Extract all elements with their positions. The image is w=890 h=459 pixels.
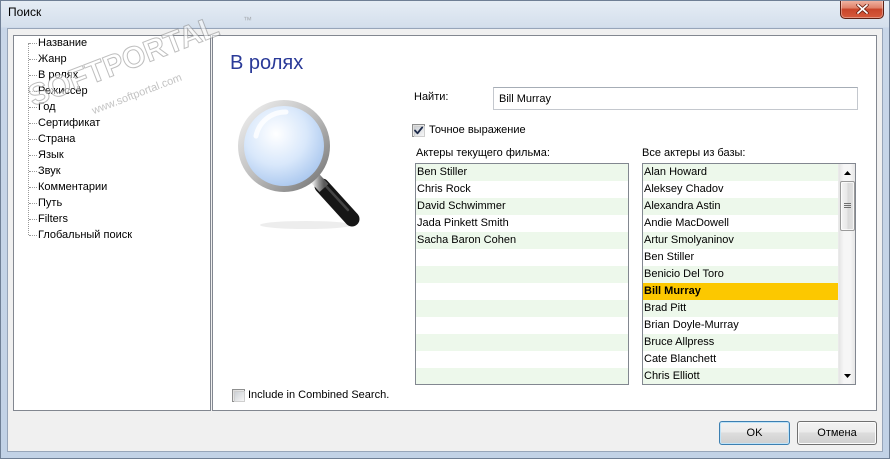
- list-row-empty: [416, 368, 628, 384]
- list-item[interactable]: Ben Stiller: [643, 249, 838, 266]
- scroll-up-button[interactable]: [839, 164, 855, 181]
- close-icon: [856, 4, 869, 14]
- search-label: Найти:: [414, 91, 449, 103]
- list-row-empty: [416, 249, 628, 266]
- list-item[interactable]: Aleksey Chadov: [643, 181, 838, 198]
- list-row-empty: [416, 334, 628, 351]
- magnifier-icon: [238, 100, 360, 229]
- tree-item[interactable]: Комментарии: [24, 179, 204, 195]
- combined-search-label[interactable]: Include in Combined Search.: [248, 389, 389, 402]
- tree-items: Название Жанр В ролях Режиссёр Год Сертификат…: [24, 35, 204, 243]
- tree-item[interactable]: Режиссёр: [24, 83, 204, 99]
- current-actors-rows: Ben Stiller Chris Rock David Schwimmer Jada…: [416, 164, 628, 384]
- arrow-down-icon: [844, 374, 851, 378]
- grip-icon: [844, 203, 851, 208]
- list-row-empty: [416, 266, 628, 283]
- all-actors-scrollbar[interactable]: [838, 164, 855, 384]
- tree-item[interactable]: Жанр: [24, 51, 204, 67]
- list-item[interactable]: Benicio Del Toro: [643, 266, 838, 283]
- current-actors-list[interactable]: Ben Stiller Chris Rock David Schwimmer Jada…: [415, 163, 629, 385]
- exact-match-checkbox[interactable]: [412, 124, 425, 137]
- tree-item[interactable]: Сертификат: [24, 115, 204, 131]
- tree-item[interactable]: Язык: [24, 147, 204, 163]
- tree-item[interactable]: Год: [24, 99, 204, 115]
- list-row-empty: [416, 300, 628, 317]
- combined-search-checkbox[interactable]: [232, 389, 245, 402]
- list-item[interactable]: Alexandra Astin: [643, 198, 838, 215]
- all-actors-rows: Alan Howard Aleksey Chadov Alexandra Astin…: [643, 164, 838, 384]
- list-item[interactable]: Chris Elliott: [643, 368, 838, 384]
- tree-item[interactable]: Путь: [24, 195, 204, 211]
- list-item[interactable]: Brad Pitt: [643, 300, 838, 317]
- list-item[interactable]: Brian Doyle-Murray: [643, 317, 838, 334]
- exact-match-label[interactable]: Точное выражение: [429, 124, 526, 137]
- tree-item[interactable]: Название: [24, 35, 204, 51]
- title-bar[interactable]: [0, 0, 838, 28]
- current-actors-label: Актеры текущего фильма:: [416, 147, 550, 159]
- cancel-button[interactable]: Отмена: [797, 421, 877, 445]
- tree-item[interactable]: Filters: [24, 211, 204, 227]
- list-item[interactable]: Bruce Allpress: [643, 334, 838, 351]
- list-item-selected[interactable]: Bill Murray: [643, 283, 838, 300]
- list-item[interactable]: David Schwimmer: [416, 198, 628, 215]
- ok-button[interactable]: OK: [719, 421, 790, 445]
- search-dialog: Поиск Название Жанр В ролях Режиссёр Год Серт…: [0, 0, 890, 459]
- window-title: Поиск: [8, 5, 42, 19]
- scroll-thumb[interactable]: [840, 181, 855, 231]
- panel-heading: В ролях: [230, 52, 304, 74]
- arrow-up-icon: [844, 171, 851, 175]
- list-item[interactable]: Andie MacDowell: [643, 215, 838, 232]
- tree-item[interactable]: В ролях: [24, 67, 204, 83]
- list-item[interactable]: Alan Howard: [643, 164, 838, 181]
- all-actors-label: Все актеры из базы:: [642, 147, 746, 159]
- list-item[interactable]: Ben Stiller: [416, 164, 628, 181]
- list-row-empty: [416, 283, 628, 300]
- tree-item[interactable]: Страна: [24, 131, 204, 147]
- search-input[interactable]: [493, 87, 858, 110]
- close-button[interactable]: [840, 0, 884, 19]
- list-item[interactable]: Cate Blanchett: [643, 351, 838, 368]
- list-item[interactable]: Jada Pinkett Smith: [416, 215, 628, 232]
- checkmark-icon: [414, 126, 424, 135]
- list-item[interactable]: Artur Smolyaninov: [643, 232, 838, 249]
- scroll-down-button[interactable]: [839, 367, 855, 384]
- list-item[interactable]: Sacha Baron Cohen: [416, 232, 628, 249]
- list-row-empty: [416, 351, 628, 368]
- all-actors-list[interactable]: Alan Howard Aleksey Chadov Alexandra Astin…: [642, 163, 856, 385]
- tree-item[interactable]: Глобальный поиск: [24, 227, 204, 243]
- list-row-empty: [416, 317, 628, 334]
- tree-item[interactable]: Звук: [24, 163, 204, 179]
- list-item[interactable]: Chris Rock: [416, 181, 628, 198]
